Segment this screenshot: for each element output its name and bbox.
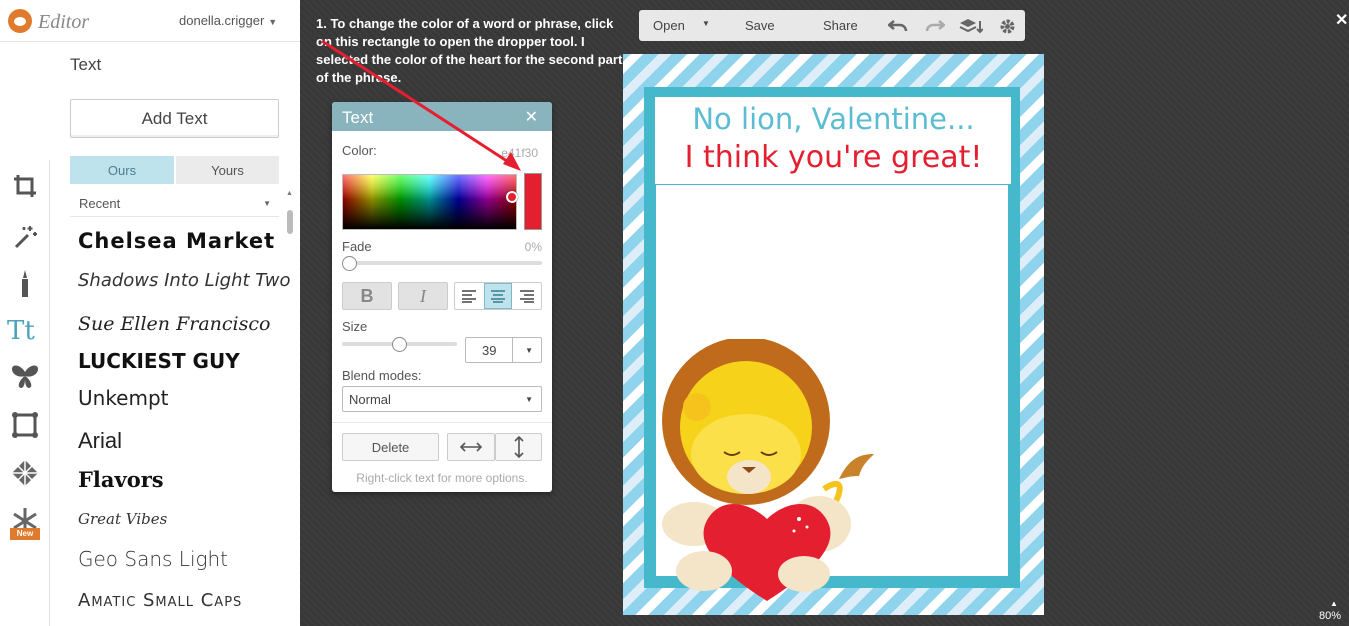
flip-vertical-icon[interactable]	[495, 433, 542, 461]
zoom-level[interactable]: 80%	[1319, 610, 1341, 622]
panel-title: Text	[70, 55, 102, 74]
color-label: Color:	[342, 143, 377, 158]
font-item[interactable]: Geo Sans Light	[78, 547, 228, 571]
card-text-line1[interactable]: No lion, Valentine...	[623, 102, 1044, 136]
font-item[interactable]: Great Vibes	[78, 510, 167, 528]
chevron-down-icon: ▼	[263, 199, 271, 208]
italic-button[interactable]: I	[398, 282, 448, 310]
font-item[interactable]: Shadows Into Light Two	[78, 270, 291, 291]
gear-icon[interactable]	[999, 18, 1016, 35]
fade-label: Fade	[342, 239, 372, 254]
size-label: Size	[342, 319, 368, 334]
layers-icon[interactable]	[959, 18, 983, 34]
tab-yours[interactable]: Yours	[176, 156, 279, 184]
close-icon[interactable]: ✕	[1335, 10, 1348, 30]
font-item[interactable]: Arial	[78, 428, 122, 454]
chevron-down-icon[interactable]: ▼	[525, 346, 533, 355]
add-text-button[interactable]: Add Text	[70, 99, 279, 138]
lion-with-heart-illustration[interactable]	[649, 339, 889, 609]
overlays-butterfly-icon[interactable]	[0, 357, 50, 397]
font-filter-value: Recent	[79, 196, 121, 211]
svg-text:Tt: Tt	[7, 316, 35, 345]
open-button[interactable]: Open	[653, 18, 685, 33]
align-center-icon[interactable]	[483, 283, 513, 309]
color-spectrum[interactable]	[342, 174, 517, 230]
text-dialog: Text ✕ Color: e41f30 Fade 0% B I Size 39…	[332, 102, 552, 492]
tutorial-annotation: 1. To change the color of a word or phra…	[316, 16, 623, 85]
fade-slider-knob[interactable]	[342, 256, 357, 271]
dialog-hint: Right-click text for more options.	[356, 471, 528, 485]
alignment-group	[454, 282, 542, 310]
user-menu[interactable]: donella.crigger ▼	[179, 13, 277, 28]
align-left-icon[interactable]	[455, 283, 484, 309]
color-picker-handle[interactable]	[506, 191, 518, 203]
scroll-thumb[interactable]	[287, 210, 293, 234]
blend-mode-value: Normal	[349, 392, 391, 407]
card-text-line2[interactable]: I think you're great!	[623, 140, 1044, 175]
sidebar: Editor donella.crigger ▼ Tt New Text Add …	[0, 0, 300, 626]
app-name: Editor	[38, 11, 90, 33]
blend-mode-select[interactable]: Normal ▼	[342, 386, 542, 412]
fade-value: 0%	[524, 240, 542, 254]
font-item[interactable]: Amatic Small Caps	[78, 590, 242, 611]
chevron-down-icon[interactable]: ▼	[702, 19, 710, 28]
chevron-down-icon: ▼	[525, 395, 533, 404]
delete-button[interactable]: Delete	[342, 433, 439, 461]
bold-button[interactable]: B	[342, 282, 392, 310]
size-value: 39	[482, 343, 497, 358]
font-item[interactable]: Sue Ellen Francisco	[78, 313, 270, 335]
monkey-logo-icon	[8, 9, 32, 33]
font-item[interactable]: Flavors	[78, 467, 164, 492]
font-item[interactable]: Luckiest Guy	[78, 349, 240, 373]
size-slider-knob[interactable]	[392, 337, 407, 352]
close-icon[interactable]: ✕	[525, 107, 538, 127]
crop-icon[interactable]	[0, 166, 50, 206]
scroll-up-icon[interactable]: ▲	[286, 190, 293, 197]
chevron-down-icon: ▼	[268, 17, 278, 27]
top-bar: Editor donella.crigger ▼	[0, 0, 300, 42]
magic-wand-icon[interactable]	[0, 216, 50, 256]
design-canvas[interactable]: No lion, Valentine... I think you're gre…	[623, 54, 1044, 615]
app-logo[interactable]: Editor	[8, 9, 89, 34]
username: donella.crigger	[179, 13, 265, 28]
color-hex-value: e41f30	[501, 146, 538, 160]
frames-icon[interactable]	[0, 405, 50, 445]
dialog-header[interactable]: Text ✕	[332, 102, 552, 131]
flip-horizontal-icon[interactable]	[447, 433, 495, 461]
text-icon[interactable]: Tt	[0, 310, 50, 350]
zoom-expand-icon[interactable]: ▲	[1330, 599, 1338, 608]
font-item[interactable]: Chelsea Market	[78, 229, 275, 253]
redo-icon[interactable]	[925, 18, 945, 34]
tool-rail: Tt	[0, 160, 50, 626]
save-button[interactable]: Save	[745, 18, 775, 33]
share-button[interactable]: Share	[823, 18, 858, 33]
textures-icon[interactable]	[0, 453, 50, 493]
tab-ours[interactable]: Ours	[70, 156, 174, 184]
new-badge: New	[10, 528, 40, 540]
undo-icon[interactable]	[888, 18, 908, 34]
font-filter-dropdown[interactable]: Recent ▼	[70, 189, 279, 217]
fade-slider[interactable]	[342, 261, 542, 265]
font-item[interactable]: Unkempt	[78, 386, 169, 410]
touch-up-icon[interactable]	[0, 264, 50, 304]
editor-toolbar: Open ▼ Save Share	[639, 10, 1025, 41]
dialog-title: Text	[342, 108, 374, 127]
font-list-scrollbar[interactable]: ▲	[286, 190, 294, 626]
blend-modes-label: Blend modes:	[342, 368, 422, 383]
size-input[interactable]: 39 ▼	[465, 337, 542, 363]
align-right-icon[interactable]	[512, 283, 541, 309]
color-swatch-dropper[interactable]	[524, 173, 542, 230]
